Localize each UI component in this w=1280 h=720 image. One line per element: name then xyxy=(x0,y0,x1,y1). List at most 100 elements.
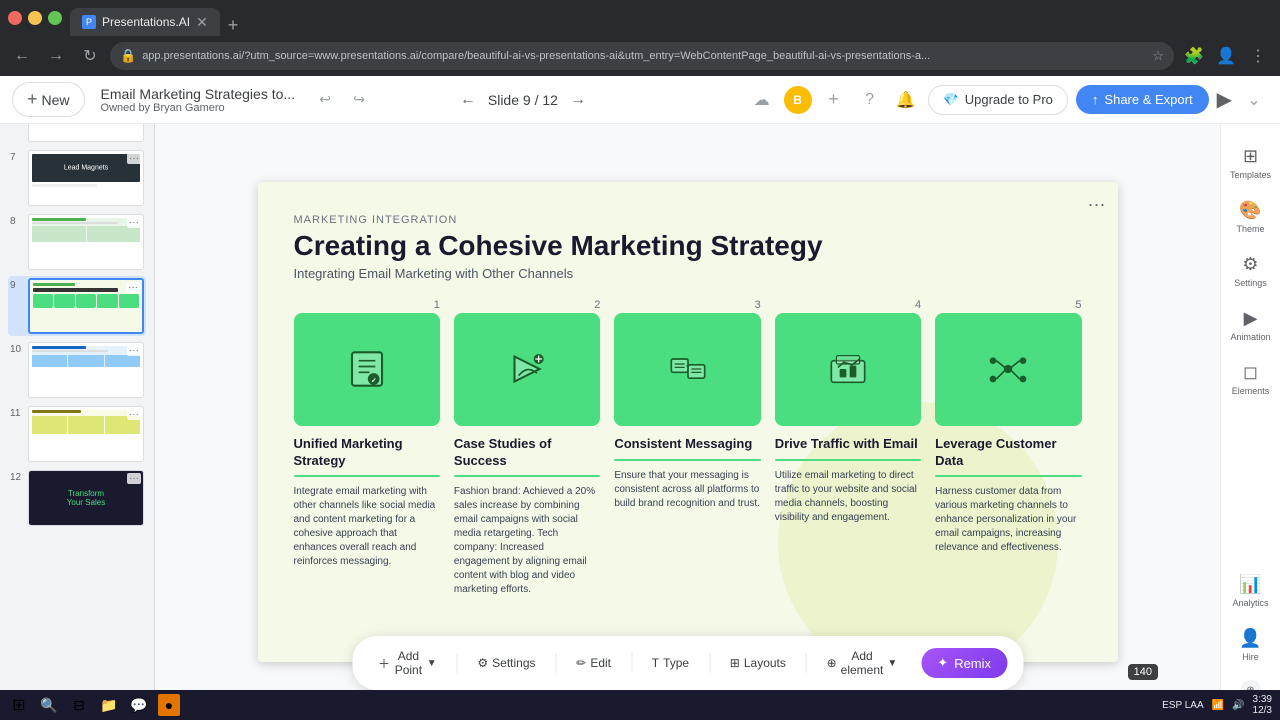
sidebar-item-settings[interactable]: ⚙ Settings xyxy=(1221,244,1280,298)
slide-8-more[interactable]: ··· xyxy=(127,217,141,228)
slide-thumb-10[interactable]: 10 ··· xyxy=(8,340,146,400)
taskbar-files-btn[interactable]: 📁 xyxy=(98,694,120,716)
extensions-icon[interactable]: 🧩 xyxy=(1180,42,1208,70)
edit-btn[interactable]: ✏ Edit xyxy=(566,651,621,675)
taskbar: ⊞ 🔍 ⊟ 📁 💬 ● ESP LAA 📶 🔊 3:39 12/3 xyxy=(0,690,1280,720)
sidebar-item-hire[interactable]: 👤 Hire xyxy=(1221,618,1280,672)
add-element-btn[interactable]: ⊕ Add element ▼ xyxy=(817,644,908,682)
taskbar-view-btn[interactable]: ⊟ xyxy=(68,694,90,716)
minimize-window-btn[interactable] xyxy=(28,11,42,25)
slide-sidebar: 6 ··· 7 Lead Magnets ··· xyxy=(0,76,155,720)
more-options-btn[interactable]: ⌄ xyxy=(1240,86,1268,114)
forward-btn[interactable]: → xyxy=(42,42,70,70)
analytics-icon: 📊 xyxy=(1239,574,1261,595)
remix-button[interactable]: ✦ Remix xyxy=(921,648,1007,678)
share-button[interactable]: ↑ Share & Export xyxy=(1076,85,1209,114)
slide-10-more[interactable]: ··· xyxy=(127,345,141,356)
slide-9-more[interactable]: ··· xyxy=(126,282,140,293)
file-title: Email Marketing Strategies to... xyxy=(101,86,296,102)
menu-icon[interactable]: ⋮ xyxy=(1244,42,1272,70)
sidebar-item-theme[interactable]: 🎨 Theme xyxy=(1221,190,1280,244)
new-button[interactable]: + New xyxy=(12,82,85,117)
close-window-btn[interactable] xyxy=(8,11,22,25)
slide-thumb-7[interactable]: 7 Lead Magnets ··· xyxy=(8,148,146,208)
slide-subtitle: Integrating Email Marketing with Other C… xyxy=(294,266,1082,281)
slide-num-9: 9 xyxy=(10,278,24,291)
layouts-btn[interactable]: ⊞ Layouts xyxy=(720,651,796,675)
card-text-5: Harness customer data from various marke… xyxy=(935,485,1081,555)
sidebar-item-elements[interactable]: ◻ Elements xyxy=(1221,352,1280,406)
browser-chrome: P Presentations.AI ✕ + xyxy=(0,0,1280,36)
add-point-label: Add Point xyxy=(394,649,423,677)
slide-more-options[interactable]: ··· xyxy=(1088,194,1106,215)
new-button-label: New xyxy=(42,92,70,108)
refresh-btn[interactable]: ↻ xyxy=(76,42,104,70)
app-topbar: + New Email Marketing Strategies to... O… xyxy=(0,76,1280,124)
active-tab[interactable]: P Presentations.AI ✕ xyxy=(70,8,220,36)
slide-12-more[interactable]: ··· xyxy=(127,473,141,484)
slide-7-more[interactable]: ··· xyxy=(127,153,141,164)
right-sidebar: ⊞ Templates 🎨 Theme ⚙ Settings ▶ Animati… xyxy=(1220,124,1280,720)
address-bar[interactable]: 🔒 app.presentations.ai/?utm_source=www.p… xyxy=(110,42,1174,70)
slide-thumb-9[interactable]: 9 ··· xyxy=(8,276,146,336)
toolbar-divider-2 xyxy=(556,653,557,673)
play-button[interactable]: ▶ xyxy=(1217,87,1232,112)
toolbar-divider-4 xyxy=(709,653,710,673)
profile-icon[interactable]: 👤 xyxy=(1212,42,1240,70)
network-icon: 📶 xyxy=(1212,700,1224,711)
prev-slide-btn[interactable]: ← xyxy=(456,87,480,113)
slide-thumb-img-10: ··· xyxy=(28,342,144,398)
cloud-btn[interactable]: ☁ xyxy=(748,86,776,114)
slide-thumb-11[interactable]: 11 ··· xyxy=(8,404,146,464)
type-icon: T xyxy=(652,656,659,670)
bottom-toolbar: ＋ Add Point ▼ ⚙ Settings ✏ Edit T Type ⊞ xyxy=(352,636,1023,690)
help-btn[interactable]: ? xyxy=(856,86,884,114)
upgrade-button[interactable]: 💎 Upgrade to Pro xyxy=(928,85,1068,115)
tab-close-btn[interactable]: ✕ xyxy=(196,14,208,31)
taskbar-chat-btn[interactable]: 💬 xyxy=(128,694,150,716)
card-text-2: Fashion brand: Achieved a 20% sales incr… xyxy=(454,485,600,597)
cards-grid: 1 ✓ Unified Marketing Strategy xyxy=(294,299,1082,597)
card-icon-5 xyxy=(935,313,1081,426)
star-icon[interactable]: ☆ xyxy=(1152,48,1164,64)
slide-canvas[interactable]: ··· MARKETING INTEGRATION Creating a Coh… xyxy=(258,182,1118,662)
plus-icon: + xyxy=(27,89,38,110)
sidebar-item-templates[interactable]: ⊞ Templates xyxy=(1221,136,1280,190)
slide-11-more[interactable]: ··· xyxy=(127,409,141,420)
windows-start-btn[interactable]: ⊞ xyxy=(8,694,30,716)
slide-thumb-12[interactable]: 12 TransformYour Sales ··· xyxy=(8,468,146,528)
type-btn[interactable]: T Type xyxy=(642,651,699,675)
share-label: Share & Export xyxy=(1104,92,1192,107)
sidebar-item-animation[interactable]: ▶ Animation xyxy=(1221,298,1280,352)
card-divider-4 xyxy=(775,459,921,461)
slide-thumb-8[interactable]: 8 ··· xyxy=(8,212,146,272)
maximize-window-btn[interactable] xyxy=(48,11,62,25)
slide-header: MARKETING INTEGRATION Creating a Cohesiv… xyxy=(294,214,1082,281)
taskbar-left: ⊞ 🔍 ⊟ 📁 💬 ● xyxy=(8,694,180,716)
back-btn[interactable]: ← xyxy=(8,42,36,70)
card-text-4: Utilize email marketing to direct traffi… xyxy=(775,469,921,525)
edit-label: Edit xyxy=(590,656,611,670)
avatar[interactable]: B xyxy=(784,86,812,114)
taskbar-browser-btn[interactable]: ● xyxy=(158,694,180,716)
layouts-icon: ⊞ xyxy=(730,656,740,670)
new-tab-btn[interactable]: + xyxy=(220,15,247,36)
card-divider-1 xyxy=(294,475,440,477)
card-text-3: Ensure that your messaging is consistent… xyxy=(614,469,760,511)
slide-num-10: 10 xyxy=(10,342,24,355)
card-3: 3 Consistent xyxy=(614,299,760,597)
add-point-btn[interactable]: ＋ Add Point ▼ xyxy=(368,644,447,682)
settings-btn[interactable]: ⚙ Settings xyxy=(467,651,545,675)
next-slide-btn[interactable]: → xyxy=(566,87,590,113)
animation-label: Animation xyxy=(1230,332,1270,342)
sidebar-item-analytics[interactable]: 📊 Analytics xyxy=(1221,564,1280,618)
redo-btn[interactable]: ↪ xyxy=(345,86,373,114)
undo-btn[interactable]: ↩ xyxy=(311,86,339,114)
taskbar-search-btn[interactable]: 🔍 xyxy=(38,694,60,716)
taskbar-lang: ESP LAA xyxy=(1162,700,1204,711)
add-element-icon: ⊕ xyxy=(827,656,837,670)
card-title-5: Leverage Customer Data xyxy=(935,436,1081,470)
add-account-btn[interactable]: + xyxy=(820,86,848,114)
notifications-btn[interactable]: 🔔 xyxy=(892,86,920,114)
card-title-1: Unified Marketing Strategy xyxy=(294,436,440,470)
